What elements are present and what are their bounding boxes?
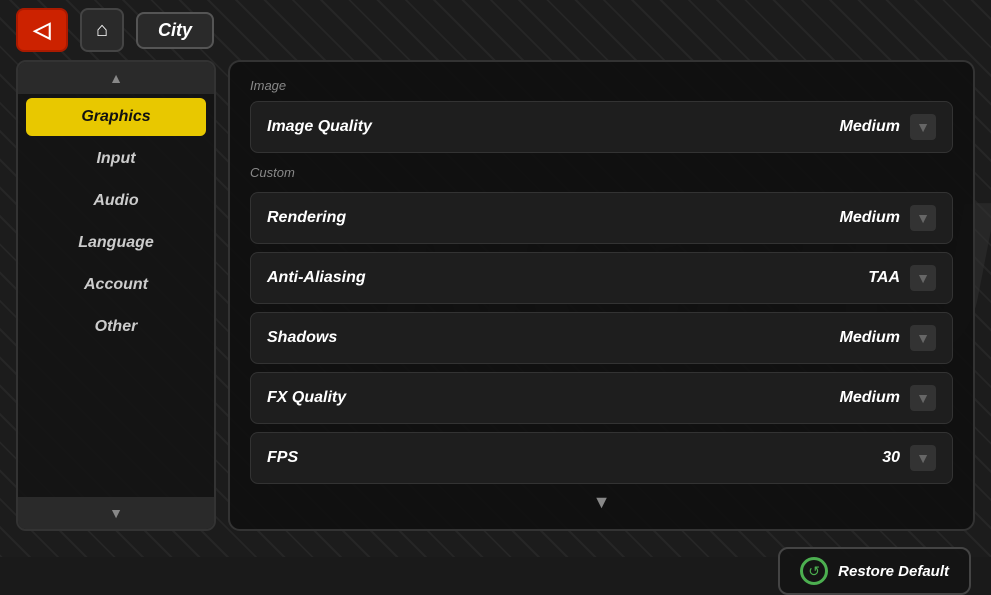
scroll-down-button[interactable]: ▼ [250, 484, 953, 513]
setting-value-text-shadows: Medium [840, 329, 900, 347]
dropdown-arrow-image-quality: ▼ [910, 114, 936, 140]
sidebar-item-language[interactable]: Language [26, 224, 206, 262]
setting-value-image-quality[interactable]: Medium ▼ [840, 114, 936, 140]
setting-label-shadows: Shadows [267, 329, 337, 347]
setting-label-rendering: Rendering [267, 209, 346, 227]
sidebar-scroll-up-button[interactable]: ▲ [18, 62, 214, 94]
sidebar: ▲ Graphics Input Audio Language Account [16, 60, 216, 531]
back-button[interactable]: ◁ [16, 8, 68, 52]
back-icon: ◁ [34, 17, 51, 43]
setting-value-text-fx-quality: Medium [840, 389, 900, 407]
setting-label-anti-aliasing: Anti-Aliasing [267, 269, 366, 287]
setting-label-fps: FPS [267, 449, 298, 467]
dropdown-arrow-fps: ▼ [910, 445, 936, 471]
setting-value-text-anti-aliasing: TAA [868, 269, 900, 287]
setting-row-rendering: Rendering Medium ▼ [250, 192, 953, 244]
dropdown-arrow-rendering: ▼ [910, 205, 936, 231]
scroll-down-icon: ▼ [109, 505, 123, 521]
sidebar-scroll-down-button[interactable]: ▼ [18, 497, 214, 529]
restore-label: Restore Default [838, 563, 949, 580]
location-text: City [158, 20, 192, 40]
dropdown-arrow-anti-aliasing: ▼ [910, 265, 936, 291]
content-area: ▲ Graphics Input Audio Language Account [0, 60, 991, 547]
scroll-up-icon: ▲ [109, 70, 123, 86]
dropdown-arrow-fx-quality: ▼ [910, 385, 936, 411]
bottom-bar: ↺ Restore Default [0, 547, 991, 595]
sidebar-item-graphics[interactable]: Graphics [26, 98, 206, 136]
setting-label-image-quality: Image Quality [267, 118, 372, 136]
sidebar-item-audio[interactable]: Audio [26, 182, 206, 220]
setting-row-image-quality: Image Quality Medium ▼ [250, 101, 953, 153]
setting-value-text-fps: 30 [882, 449, 900, 467]
setting-row-shadows: Shadows Medium ▼ [250, 312, 953, 364]
restore-default-button[interactable]: ↺ Restore Default [778, 547, 971, 595]
settings-list: Image Quality Medium ▼ Custom Rendering … [250, 101, 953, 484]
setting-label-fx-quality: FX Quality [267, 389, 346, 407]
sidebar-item-input[interactable]: Input [26, 140, 206, 178]
section-custom-label: Custom [250, 161, 953, 184]
sidebar-items: Graphics Input Audio Language Account Ot… [18, 94, 214, 497]
location-badge: City [136, 12, 214, 49]
sidebar-item-other[interactable]: Other [26, 308, 206, 346]
home-button[interactable]: ⌂ [80, 8, 124, 52]
setting-value-rendering[interactable]: Medium ▼ [840, 205, 936, 231]
setting-value-anti-aliasing[interactable]: TAA ▼ [868, 265, 936, 291]
scroll-down-arrow-icon: ▼ [593, 492, 611, 513]
top-bar: ◁ ⌂ City [0, 0, 991, 60]
setting-row-fx-quality: FX Quality Medium ▼ [250, 372, 953, 424]
restore-icon: ↺ [800, 557, 828, 585]
setting-row-fps: FPS 30 ▼ [250, 432, 953, 484]
setting-value-fps[interactable]: 30 ▼ [882, 445, 936, 471]
home-icon: ⌂ [96, 19, 108, 42]
setting-value-text-rendering: Medium [840, 209, 900, 227]
sidebar-item-account[interactable]: Account [26, 266, 206, 304]
main-panel: Image Image Quality Medium ▼ Custom Rend… [228, 60, 975, 531]
dropdown-arrow-shadows: ▼ [910, 325, 936, 351]
section-image-label: Image [250, 78, 953, 93]
setting-value-shadows[interactable]: Medium ▼ [840, 325, 936, 351]
setting-value-fx-quality[interactable]: Medium ▼ [840, 385, 936, 411]
setting-value-text-image-quality: Medium [840, 118, 900, 136]
setting-row-anti-aliasing: Anti-Aliasing TAA ▼ [250, 252, 953, 304]
